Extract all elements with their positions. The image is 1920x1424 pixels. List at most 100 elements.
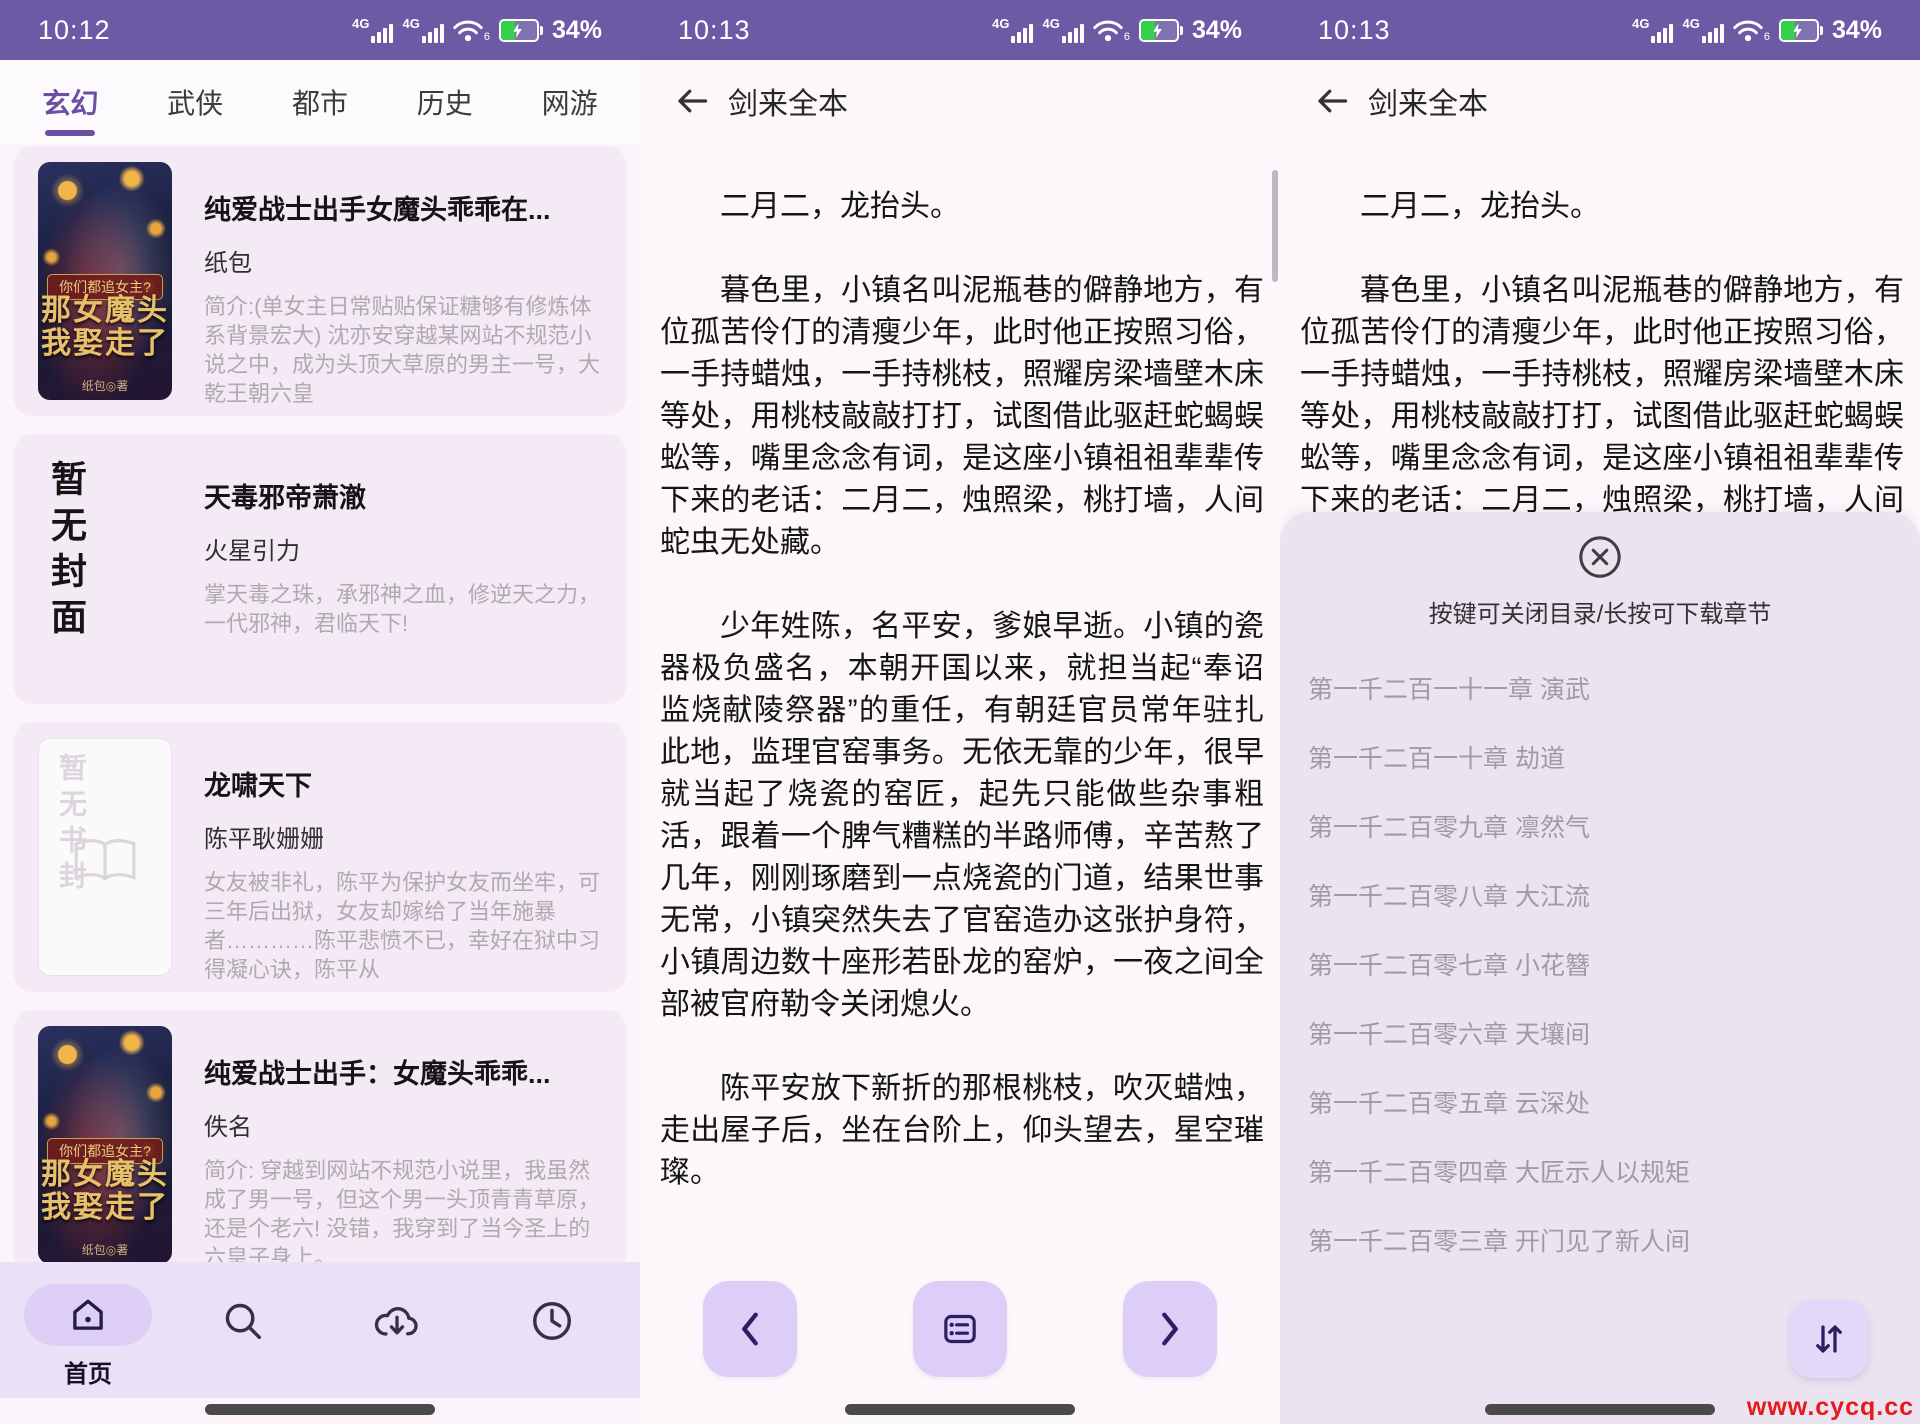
reader-screen: 10:13 4G 4G 6 34% 剑来全本 二月二，龙抬头。暮色 xyxy=(640,0,1280,1424)
tab-label: 历史 xyxy=(417,82,473,122)
reading-text: 二月二，龙抬头。暮色里，小镇名叫泥瓶巷的僻静地方，有位孤苦伶仃的清瘦少年，此时他… xyxy=(660,186,1264,1236)
tab-label: 网游 xyxy=(542,82,598,122)
book-description: 女友被非礼，陈平为保护女友而坐牢，可三年后出狱，女友却嫁给了当年施暴者…………陈… xyxy=(204,868,608,984)
scroll-indicator[interactable] xyxy=(1272,170,1278,282)
chapter-item[interactable]: 第一千二百零五章 云深处 xyxy=(1308,1067,1900,1136)
cover-title-line: 那女魔头 xyxy=(38,1158,172,1191)
book-card[interactable]: 暂无封面天毒邪帝萧澈火星引力掌天毒之珠，承邪神之血，修逆天之力，一代邪神，君临天… xyxy=(14,434,626,704)
back-button[interactable] xyxy=(670,79,714,123)
nav-home-label: 首页 xyxy=(64,1354,112,1389)
wifi-icon: 6 xyxy=(1093,19,1130,42)
gesture-bar[interactable] xyxy=(205,1404,435,1415)
battery-percent: 34% xyxy=(1192,16,1242,45)
nav-item-search[interactable] xyxy=(169,1262,317,1344)
nav-item-downloads[interactable] xyxy=(323,1262,471,1344)
book-card[interactable]: 暂无书封龙啸天下陈平耿姗姗女友被非礼，陈平为保护女友而坐牢，可三年后出狱，女友却… xyxy=(14,722,626,992)
close-sheet-button[interactable] xyxy=(1280,512,1920,580)
gesture-bar[interactable] xyxy=(845,1404,1075,1415)
book-info: 龙啸天下陈平耿姗姗女友被非礼，陈平为保护女友而坐牢，可三年后出狱，女友却嫁给了当… xyxy=(204,738,608,976)
book-placeholder-icon xyxy=(70,835,140,887)
nav-item-home[interactable]: 首页 xyxy=(14,1262,162,1389)
sort-order-button[interactable] xyxy=(1790,1300,1868,1378)
reader-paragraph: 暮色里，小镇名叫泥瓶巷的僻静地方，有位孤苦伶仃的清瘦少年，此时他正按照习俗，一手… xyxy=(660,270,1264,564)
chapter-list-icon xyxy=(940,1309,980,1349)
tab-label: 都市 xyxy=(292,82,348,122)
cover-placeholder-text: 暂无封面 xyxy=(46,460,86,644)
book-title: 天毒邪帝萧澈 xyxy=(204,476,608,515)
wifi-icon: 6 xyxy=(1733,19,1770,42)
back-arrow-icon xyxy=(674,83,710,119)
reader-paragraph: 二月二，龙抬头。 xyxy=(660,186,1264,228)
chapter-list: 第一千二百一十一章 演武第一千二百一十章 劫道第一千二百零九章 凛然气第一千二百… xyxy=(1280,653,1920,1274)
gesture-bar[interactable] xyxy=(1485,1404,1715,1415)
cover-byline-text: 纸包◎著 xyxy=(38,1241,172,1258)
tab-category[interactable]: 都市 xyxy=(275,60,365,144)
tab-category[interactable]: 网游 xyxy=(525,60,615,144)
cover-title-text: 那女魔头我娶走了 xyxy=(38,1158,172,1224)
reader-controls xyxy=(640,1281,1280,1377)
bookstore-screen: 10:12 4G 4G 6 34% 玄幻武侠都市历史网游 你们都追女主?那女魔头… xyxy=(0,0,640,1424)
chapter-item[interactable]: 第一千二百零七章 小花簪 xyxy=(1308,929,1900,998)
cloud-download-icon xyxy=(373,1298,421,1344)
book-cover: 暂无书封 xyxy=(38,738,172,976)
tab-category[interactable]: 武侠 xyxy=(150,60,240,144)
nav-item-history[interactable] xyxy=(478,1262,626,1344)
chapter-item[interactable]: 第一千二百一十章 劫道 xyxy=(1308,722,1900,791)
tab-category[interactable]: 玄幻 xyxy=(25,60,115,144)
sort-arrows-icon xyxy=(1811,1321,1847,1357)
reader-paragraph: 二月二，龙抬头。 xyxy=(1300,186,1904,228)
tab-label: 武侠 xyxy=(167,82,223,122)
home-icon xyxy=(67,1294,109,1336)
status-icons: 4G 4G 6 34% xyxy=(992,16,1242,45)
chapter-item[interactable]: 第一千二百零八章 大江流 xyxy=(1308,860,1900,929)
signal-4g-icon: 4G xyxy=(1042,18,1083,43)
watermark: www.cycq.cc xyxy=(1747,1393,1914,1422)
chevron-right-icon xyxy=(1153,1309,1187,1349)
battery-percent: 34% xyxy=(1832,16,1882,45)
status-bar: 10:12 4G 4G 6 34% xyxy=(0,0,640,60)
chapter-item[interactable]: 第一千二百零六章 天壤间 xyxy=(1308,998,1900,1067)
reader-header: 剑来全本 xyxy=(1280,60,1920,142)
chapter-item[interactable]: 第一千二百一十一章 演武 xyxy=(1308,653,1900,722)
home-pill xyxy=(24,1284,152,1346)
book-info: 纯爱战士出手女魔头乖乖在...纸包简介:(单女主日常贴贴保证糖够有修炼体系背景宏… xyxy=(204,162,608,400)
chapter-list-button[interactable] xyxy=(913,1281,1007,1377)
book-title: 纯爱战士出手：女魔头乖乖... xyxy=(204,1052,608,1091)
reader-paragraph: 少年姓陈，名平安，爹娘早逝。小镇的瓷器极负盛名，本朝开国以来，就担当起“奉诏监烧… xyxy=(660,606,1264,1026)
book-cover: 你们都追女主?那女魔头我娶走了纸包◎著 xyxy=(38,1026,172,1264)
book-description: 简介: 穿越到网站不规范小说里，我虽然成了男一号，但这个男一头顶青青草原，还是个… xyxy=(204,1156,608,1272)
tab-category[interactable]: 历史 xyxy=(400,60,490,144)
reader-paragraph: 陈平安放下新折的那根桃枝，吹灭蜡烛，走出屋子后，坐在台阶上，仰头望去，星空璀璨。 xyxy=(660,1068,1264,1194)
book-info: 纯爱战士出手：女魔头乖乖...佚名简介: 穿越到网站不规范小说里，我虽然成了男一… xyxy=(204,1026,608,1264)
status-bar: 10:13 4G 4G 6 34% xyxy=(640,0,1280,60)
signal-4g-icon: 4G xyxy=(992,18,1033,43)
book-author: 陈平耿姗姗 xyxy=(204,819,608,854)
cover-byline-text: 纸包◎著 xyxy=(38,377,172,394)
book-card[interactable]: 你们都追女主?那女魔头我娶走了纸包◎著纯爱战士出手女魔头乖乖在...纸包简介:(… xyxy=(14,146,626,416)
book-title: 纯爱战士出手女魔头乖乖在... xyxy=(204,188,608,227)
chapter-item[interactable]: 第一千二百零九章 凛然气 xyxy=(1308,791,1900,860)
search-icon xyxy=(220,1298,266,1344)
back-button[interactable] xyxy=(1310,79,1354,123)
back-arrow-icon xyxy=(1314,83,1350,119)
wifi-icon: 6 xyxy=(453,19,490,42)
cover-title-line: 我娶走了 xyxy=(38,1191,172,1224)
book-title: 剑来全本 xyxy=(1368,79,1488,123)
book-card[interactable]: 你们都追女主?那女魔头我娶走了纸包◎著纯爱战士出手：女魔头乖乖...佚名简介: … xyxy=(14,1010,626,1280)
book-title: 龙啸天下 xyxy=(204,764,608,803)
status-bar: 10:13 4G 4G 6 34% xyxy=(1280,0,1920,60)
composite-screenshot: 10:12 4G 4G 6 34% 玄幻武侠都市历史网游 你们都追女主?那女魔头… xyxy=(0,0,1920,1424)
book-author: 佚名 xyxy=(204,1107,608,1142)
next-page-button[interactable] xyxy=(1123,1281,1217,1377)
status-time: 10:13 xyxy=(678,15,751,46)
signal-4g-icon: 4G xyxy=(352,18,393,43)
chapter-item[interactable]: 第一千二百零三章 开门见了新人间 xyxy=(1308,1205,1900,1274)
battery-icon xyxy=(1139,19,1183,42)
book-cover: 暂无封面 xyxy=(38,450,172,688)
sheet-hint: 按键可关闭目录/长按可下载章节 xyxy=(1280,594,1920,629)
chapter-item[interactable]: 第一千二百零四章 大匠示人以规矩 xyxy=(1308,1136,1900,1205)
signal-4g-icon: 4G xyxy=(402,18,443,43)
prev-page-button[interactable] xyxy=(703,1281,797,1377)
bottom-nav: 首页 xyxy=(0,1262,640,1398)
wifi-band-label: 6 xyxy=(1764,32,1770,42)
